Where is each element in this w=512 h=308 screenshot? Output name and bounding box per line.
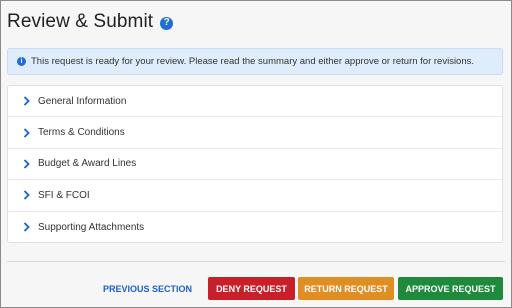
accordion-item-label: Budget & Award Lines bbox=[38, 158, 137, 170]
accordion-item-label: Terms & Conditions bbox=[38, 127, 125, 139]
accordion-item-label: General Information bbox=[38, 95, 127, 107]
accordion-item-label: SFI & FCOI bbox=[38, 189, 90, 201]
accordion-item-general-information[interactable]: General Information bbox=[8, 86, 502, 118]
chevron-right-icon bbox=[21, 159, 31, 169]
action-footer: PREVIOUS SECTION DENY REQUEST RETURN REQ… bbox=[1, 277, 511, 300]
page-frame: Review & Submit ? i This request is read… bbox=[0, 0, 512, 308]
chevron-right-icon bbox=[21, 222, 31, 232]
accordion-item-supporting-attachments[interactable]: Supporting Attachments bbox=[8, 212, 502, 243]
info-banner-text: This request is ready for your review. P… bbox=[31, 56, 475, 67]
info-banner: i This request is ready for your review.… bbox=[7, 48, 503, 75]
return-request-button[interactable]: RETURN REQUEST bbox=[298, 277, 394, 300]
chevron-right-icon bbox=[21, 96, 31, 106]
footer-divider bbox=[7, 261, 505, 262]
accordion-item-label: Supporting Attachments bbox=[38, 221, 145, 233]
page-header: Review & Submit ? bbox=[7, 11, 174, 33]
accordion-item-sfi-fcoi[interactable]: SFI & FCOI bbox=[8, 180, 502, 212]
deny-request-button[interactable]: DENY REQUEST bbox=[208, 277, 295, 300]
question-circle-icon[interactable]: ? bbox=[160, 16, 174, 30]
previous-section-link[interactable]: PREVIOUS SECTION bbox=[103, 277, 192, 300]
page-title: Review & Submit bbox=[7, 11, 154, 32]
approve-request-button[interactable]: APPROVE REQUEST bbox=[398, 277, 503, 300]
info-circle-icon: i bbox=[17, 57, 26, 66]
accordion-item-budget-award-lines[interactable]: Budget & Award Lines bbox=[8, 149, 502, 181]
summary-accordion: General Information Terms & Conditions B… bbox=[7, 85, 503, 243]
chevron-right-icon bbox=[21, 127, 31, 138]
accordion-item-terms-conditions[interactable]: Terms & Conditions bbox=[8, 117, 502, 149]
chevron-right-icon bbox=[21, 190, 31, 200]
